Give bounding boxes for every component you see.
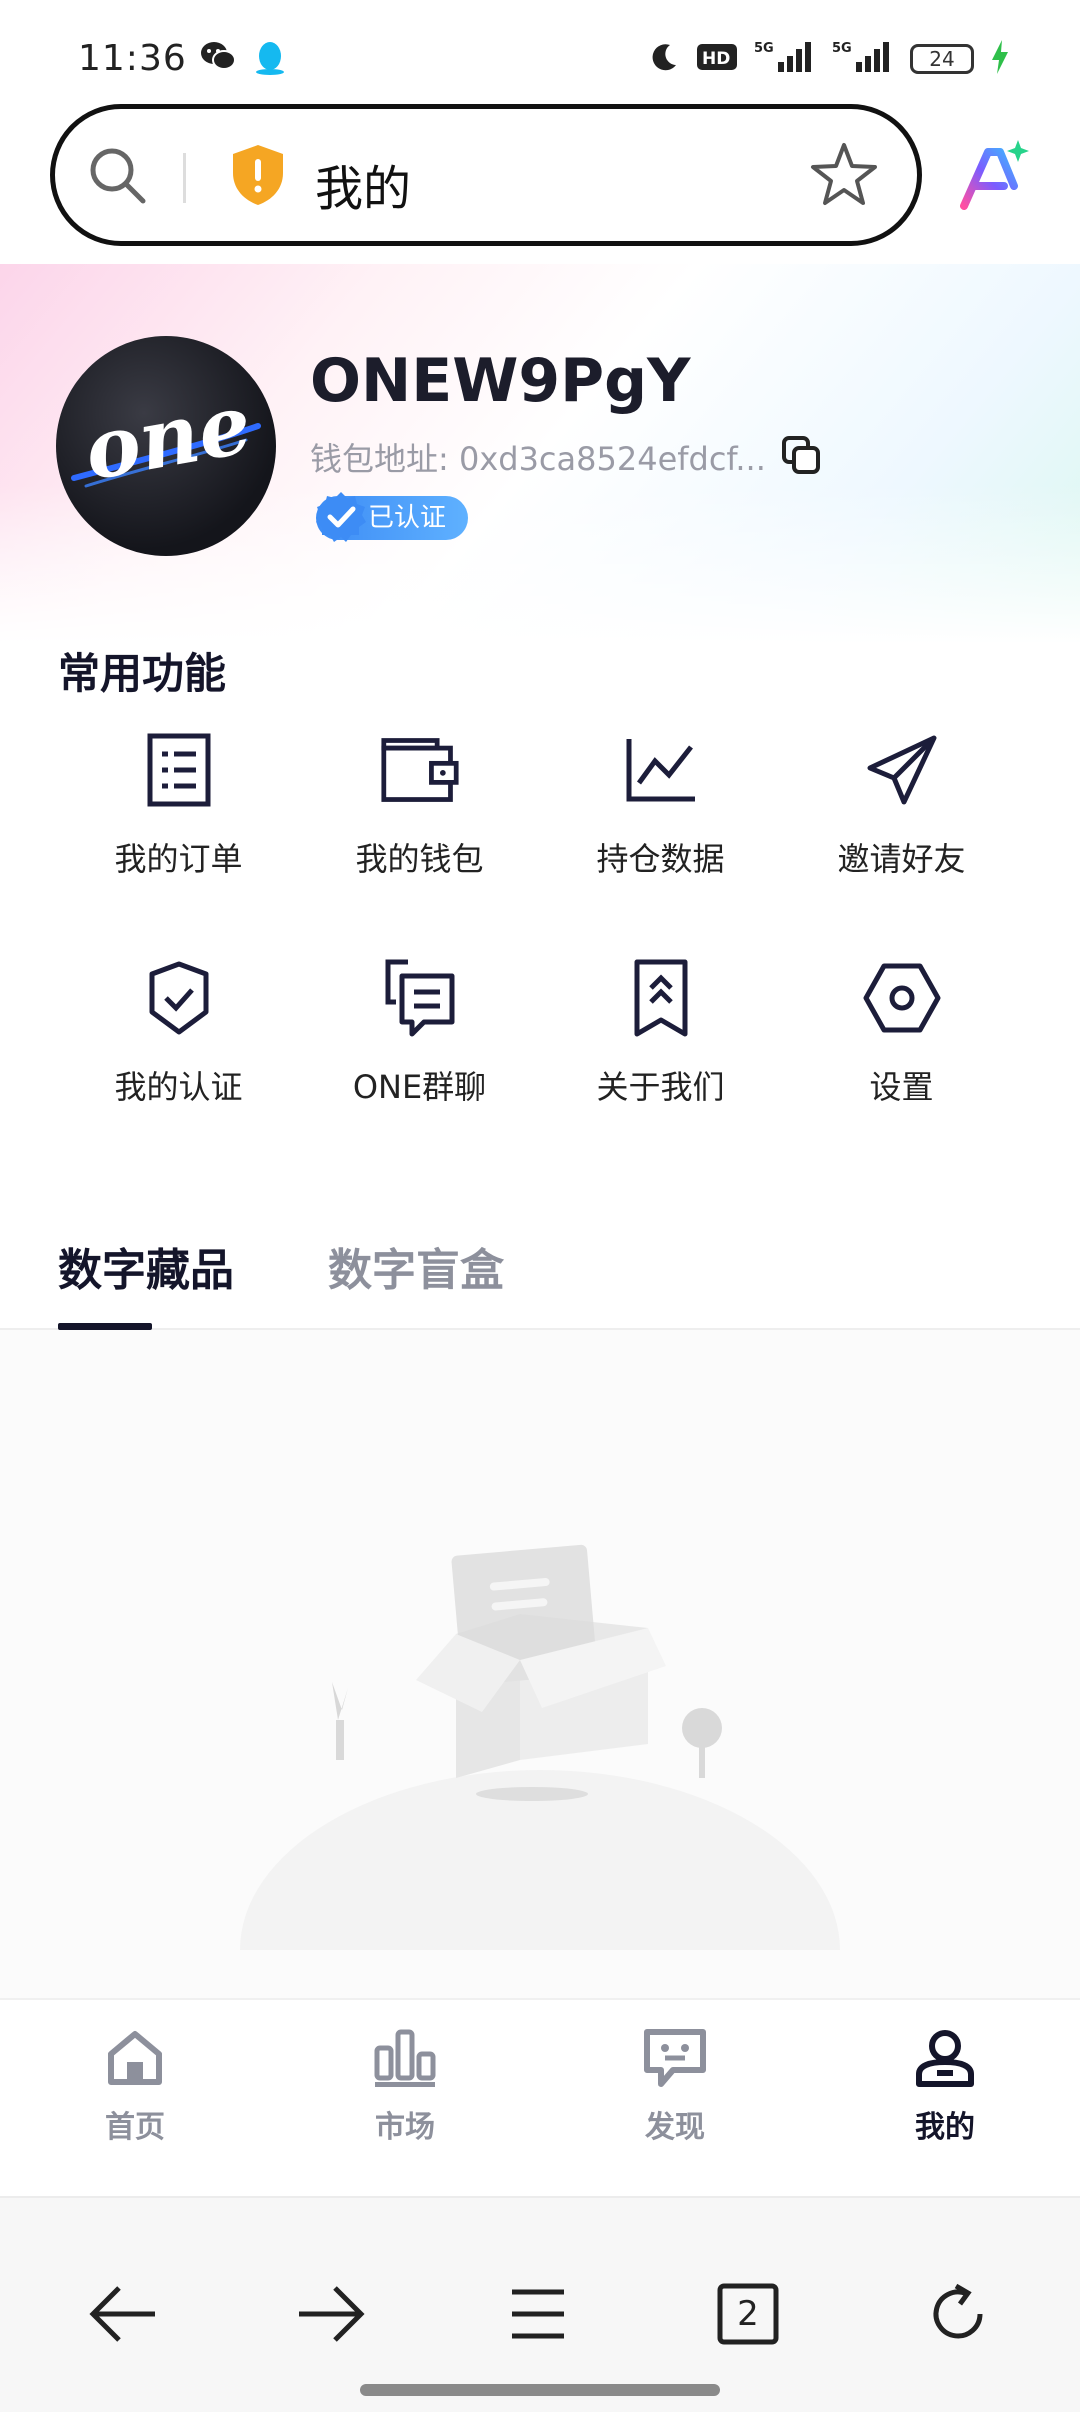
browser-toolbar: 2	[0, 2196, 1080, 2412]
nav-home[interactable]: 首页	[0, 2000, 270, 2196]
avatar[interactable]: one	[56, 336, 276, 556]
empty-box-illustration	[240, 1544, 840, 1950]
tab-digital-blind-box[interactable]: 数字盲盒	[328, 1234, 504, 1298]
tabs-icon[interactable]: 2	[708, 2274, 788, 2354]
signal-5g-icon: 5G	[832, 40, 894, 78]
function-label: 关于我们	[596, 1068, 725, 1106]
tab-digital-collectibles[interactable]: 数字藏品	[58, 1234, 234, 1298]
nav-label: 发现	[645, 2110, 705, 2145]
address-field[interactable]: 我的	[50, 104, 922, 246]
back-arrow-icon[interactable]	[84, 2274, 164, 2354]
verified-seal-icon	[314, 490, 368, 558]
svg-text:5G: 5G	[832, 41, 852, 56]
tab-count: 2	[737, 2294, 759, 2334]
market-bars-icon	[373, 2028, 437, 2092]
charging-icon	[990, 40, 1010, 78]
function-settings[interactable]: 设置	[781, 958, 1022, 1108]
function-one-group-chat[interactable]: ONE群聊	[299, 958, 540, 1108]
collection-list-empty	[0, 1330, 1080, 1998]
group-chat-icon	[380, 958, 460, 1038]
nav-market[interactable]: 市场	[270, 2000, 540, 2196]
forward-arrow-icon[interactable]	[290, 2274, 370, 2354]
chart-line-icon	[621, 730, 701, 810]
function-my-verification[interactable]: 我的认证	[58, 958, 299, 1108]
active-tab-indicator	[58, 1323, 152, 1330]
home-indicator[interactable]	[360, 2384, 720, 2396]
paper-plane-icon	[862, 730, 942, 810]
nav-label: 首页	[105, 2110, 165, 2145]
wallet-address-row: 钱包地址: 0xd3ca8524efdcf...	[310, 434, 822, 480]
section-title-common-functions: 常用功能	[58, 649, 227, 698]
one-logo: one	[71, 376, 261, 499]
hd-icon: HD	[696, 42, 738, 76]
copy-icon[interactable]	[780, 434, 822, 480]
browser-address-bar: 我的	[0, 100, 1080, 264]
app-bottom-nav: 首页 市场 发现 我的	[0, 1998, 1080, 2196]
function-invite-friends[interactable]: 邀请好友	[781, 730, 1022, 880]
bookmark-icon	[621, 958, 701, 1038]
function-holdings-data[interactable]: 持仓数据	[540, 730, 781, 880]
verified-label: 已认证	[368, 503, 447, 533]
function-label: 我的钱包	[355, 840, 484, 878]
function-label: 我的订单	[114, 840, 243, 878]
wechat-icon	[200, 40, 236, 80]
function-label: 我的认证	[114, 1068, 243, 1106]
nav-label: 我的	[915, 2110, 975, 2145]
wallet-address: 钱包地址: 0xd3ca8524efdcf...	[310, 440, 766, 478]
home-icon	[105, 2028, 165, 2092]
collection-tabs: 数字藏品 数字盲盒	[0, 1220, 1080, 1330]
address-divider	[183, 153, 186, 203]
security-shield-icon[interactable]	[229, 143, 287, 211]
function-label: 邀请好友	[837, 840, 966, 878]
svg-text:HD: HD	[702, 49, 730, 69]
svg-text:one: one	[77, 376, 258, 499]
discover-chat-icon	[643, 2028, 707, 2092]
order-list-icon	[139, 730, 219, 810]
function-label: ONE群聊	[352, 1068, 487, 1106]
battery-indicator: 24	[910, 44, 974, 74]
refresh-icon[interactable]	[918, 2274, 998, 2354]
function-label: 设置	[869, 1068, 934, 1106]
profile-header: one ONEW9PgY 钱包地址: 0xd3ca8524efdcf... 已认…	[0, 264, 1080, 644]
status-bar: 11:36 HD 5G 5G 24	[0, 0, 1080, 100]
signal-5g-icon: 5G	[754, 40, 816, 78]
function-my-orders[interactable]: 我的订单	[58, 730, 299, 880]
search-icon[interactable]	[85, 143, 151, 213]
nav-profile[interactable]: 我的	[810, 2000, 1080, 2196]
ai-assistant-icon[interactable]	[956, 138, 1032, 218]
wallet-icon	[380, 730, 460, 810]
username: ONEW9PgY	[310, 346, 691, 416]
function-my-wallet[interactable]: 我的钱包	[299, 730, 540, 880]
function-grid: 我的订单 我的钱包 持仓数据 邀请好友 我的认证 ONE群聊 关于我们 设置	[58, 730, 1022, 1108]
svg-text:5G: 5G	[754, 41, 774, 56]
verified-badge: 已认证	[316, 492, 469, 542]
menu-icon[interactable]	[498, 2274, 578, 2354]
nav-label: 市场	[375, 2110, 435, 2145]
address-text[interactable]: 我的	[315, 149, 411, 219]
shield-check-icon	[139, 958, 219, 1038]
moon-icon	[648, 41, 680, 77]
status-time: 11:36	[78, 38, 187, 79]
nav-discover[interactable]: 发现	[540, 2000, 810, 2196]
settings-hexagon-icon	[862, 958, 942, 1038]
function-about-us[interactable]: 关于我们	[540, 958, 781, 1108]
function-label: 持仓数据	[596, 840, 725, 878]
star-icon[interactable]	[809, 139, 879, 213]
qq-icon	[254, 40, 286, 80]
profile-icon	[913, 2028, 977, 2092]
